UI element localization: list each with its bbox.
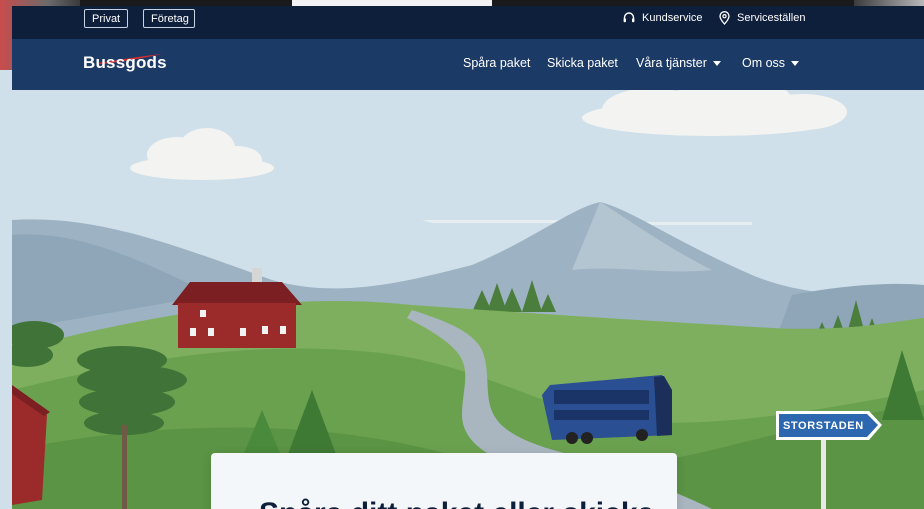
utility-bar: Privat Företag Kundservice Serviceställe… bbox=[12, 6, 924, 39]
nav-spara-paket[interactable]: Spåra paket bbox=[463, 56, 530, 70]
hero-illustration: STORSTADEN bbox=[12, 90, 924, 509]
bussgods-page: Privat Företag Kundservice Serviceställe… bbox=[12, 6, 924, 509]
kundservice-link[interactable]: Kundservice bbox=[622, 10, 703, 26]
search-card: Spåra ditt paket eller skicka bbox=[211, 453, 677, 509]
servicestallen-label: Serviceställen bbox=[737, 12, 806, 24]
headset-icon bbox=[623, 12, 635, 23]
hero-headline: Spåra ditt paket eller skicka bbox=[259, 497, 654, 509]
blue-bus bbox=[542, 375, 672, 444]
segment-foretag-button[interactable]: Företag bbox=[143, 9, 195, 28]
nav-skicka-paket-label: Skicka paket bbox=[547, 56, 618, 70]
nav-spara-paket-label: Spåra paket bbox=[463, 56, 531, 70]
bussgods-logo[interactable]: Bussgods bbox=[83, 53, 167, 73]
nav-om-oss-label: Om oss bbox=[742, 56, 786, 70]
nav-vara-tjanster[interactable]: Våra tjänster bbox=[636, 56, 721, 70]
kundservice-label: Kundservice bbox=[642, 12, 703, 24]
caret-down-icon bbox=[791, 60, 800, 66]
nav-skicka-paket[interactable]: Skicka paket bbox=[547, 56, 618, 70]
location-pin-icon bbox=[719, 11, 730, 25]
caret-down-icon bbox=[712, 60, 721, 66]
cloud-right bbox=[582, 90, 847, 136]
nav-vara-tjanster-label: Våra tjänster bbox=[636, 56, 707, 70]
main-navigation: Bussgods Spåra paket Skicka paket Våra t… bbox=[12, 39, 924, 90]
nav-om-oss[interactable]: Om oss bbox=[742, 56, 800, 70]
storstaden-sign-text: STORSTADEN bbox=[783, 420, 864, 432]
servicestallen-link[interactable]: Serviceställen bbox=[718, 10, 805, 26]
segment-privat-button[interactable]: Privat bbox=[84, 9, 128, 28]
